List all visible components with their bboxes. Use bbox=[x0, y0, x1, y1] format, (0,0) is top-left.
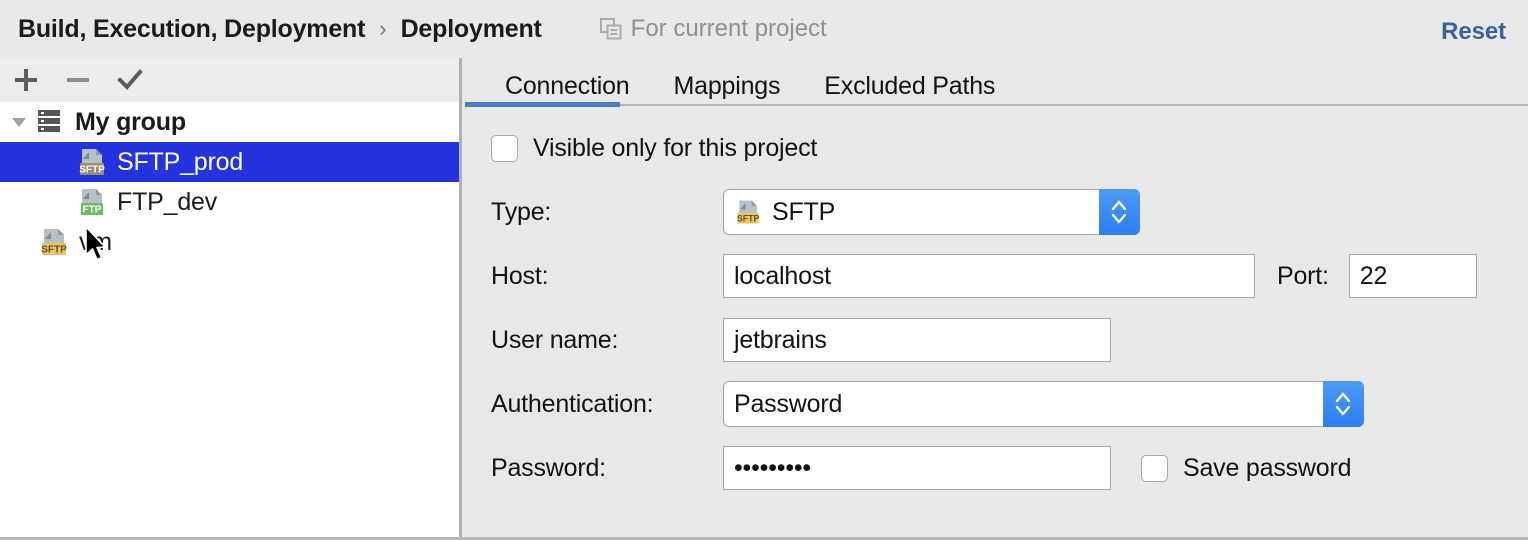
tabs-baseline bbox=[465, 104, 1528, 106]
connection-form: Visible only for this project Type: SFTP… bbox=[465, 110, 1528, 494]
type-combobox-value: SFTP bbox=[772, 197, 836, 226]
type-combobox[interactable]: SFTP SFTP bbox=[723, 188, 1140, 235]
tree-item-vm[interactable]: SFTP vm bbox=[0, 222, 459, 262]
port-label: Port: bbox=[1277, 261, 1329, 290]
copy-module-icon bbox=[599, 18, 622, 40]
password-input[interactable]: ••••••••• bbox=[723, 446, 1111, 490]
tree-item-label: vm bbox=[79, 227, 112, 256]
username-input[interactable]: jetbrains bbox=[723, 318, 1111, 362]
server-tree[interactable]: My group SFTP SFTP_prod FTP FTP_dev SFTP… bbox=[0, 102, 459, 537]
type-label: Type: bbox=[491, 197, 552, 226]
type-stepper-button[interactable] bbox=[1098, 188, 1140, 235]
set-default-button[interactable] bbox=[104, 58, 156, 102]
tab-connection[interactable]: Connection bbox=[483, 58, 651, 101]
visible-only-label: Visible only for this project bbox=[533, 133, 818, 162]
add-server-button[interactable] bbox=[0, 58, 52, 102]
svg-text:SFTP: SFTP bbox=[737, 213, 760, 223]
sftp-icon: SFTP bbox=[76, 147, 110, 177]
authentication-row: Authentication: Password bbox=[465, 378, 1528, 430]
deployment-settings-window: Build, Execution, Deployment › Deploymen… bbox=[0, 0, 1528, 540]
authentication-label: Authentication: bbox=[491, 389, 654, 418]
authentication-stepper-button[interactable] bbox=[1322, 380, 1364, 427]
visible-only-row: Visible only for this project bbox=[465, 122, 1528, 174]
tree-item-label: My group bbox=[75, 107, 186, 136]
svg-text:FTP: FTP bbox=[83, 205, 102, 216]
authentication-value-wrap: Password bbox=[724, 390, 1362, 419]
settings-tabs: Connection Mappings Excluded Paths bbox=[465, 58, 1528, 110]
save-password-label: Save password bbox=[1183, 453, 1352, 482]
host-input[interactable]: localhost bbox=[723, 254, 1255, 298]
connection-settings-panel: Connection Mappings Excluded Paths Visib… bbox=[465, 58, 1528, 537]
tree-item-label: SFTP_prod bbox=[117, 147, 244, 176]
svg-text:SFTP: SFTP bbox=[41, 245, 67, 256]
group-icon bbox=[34, 107, 68, 137]
host-port-row: Host: localhost Port: 22 bbox=[465, 250, 1528, 302]
tab-excluded-paths[interactable]: Excluded Paths bbox=[802, 58, 1017, 101]
tree-item-sftp-prod[interactable]: SFTP SFTP_prod bbox=[0, 142, 459, 182]
authentication-value: Password bbox=[734, 389, 843, 418]
tab-mappings[interactable]: Mappings bbox=[651, 58, 802, 101]
remove-server-button[interactable] bbox=[52, 58, 104, 102]
deployment-servers-sidebar: My group SFTP SFTP_prod FTP FTP_dev SFTP… bbox=[0, 58, 462, 537]
save-password-checkbox[interactable] bbox=[1141, 454, 1168, 482]
tree-item-label: FTP_dev bbox=[117, 187, 218, 216]
visible-only-checkbox[interactable] bbox=[491, 134, 518, 162]
breadcrumb-separator-icon: › bbox=[379, 16, 387, 41]
active-tab-indicator bbox=[465, 102, 620, 107]
username-row: User name: jetbrains bbox=[465, 314, 1528, 366]
host-label: Host: bbox=[491, 261, 549, 290]
username-label: User name: bbox=[491, 325, 619, 354]
svg-text:SFTP: SFTP bbox=[79, 165, 105, 176]
save-password-wrap: Save password bbox=[1141, 453, 1352, 483]
breadcrumb-leaf[interactable]: Deployment bbox=[401, 15, 542, 44]
type-row: Type: SFTP SFTP bbox=[465, 186, 1528, 238]
breadcrumb-root[interactable]: Build, Execution, Deployment bbox=[18, 15, 365, 44]
reset-button[interactable]: Reset bbox=[1441, 18, 1506, 46]
tree-item-my-group[interactable]: My group bbox=[0, 102, 459, 142]
sftp-icon: SFTP bbox=[734, 198, 764, 226]
sftp-icon: SFTP bbox=[38, 227, 72, 257]
chevron-down-icon[interactable] bbox=[4, 113, 34, 131]
type-combobox-value-wrap: SFTP SFTP bbox=[724, 198, 1138, 227]
authentication-combobox[interactable]: Password bbox=[723, 380, 1364, 427]
password-row: Password: ••••••••• Save password bbox=[465, 442, 1528, 494]
port-input[interactable]: 22 bbox=[1348, 254, 1477, 298]
password-label: Password: bbox=[491, 453, 606, 482]
breadcrumb: Build, Execution, Deployment › Deploymen… bbox=[18, 15, 542, 44]
settings-header: Build, Execution, Deployment › Deploymen… bbox=[0, 0, 1528, 58]
ftp-icon: FTP bbox=[76, 187, 110, 217]
tree-item-ftp-dev[interactable]: FTP FTP_dev bbox=[0, 182, 459, 222]
project-scope-label: For current project bbox=[630, 15, 827, 42]
project-scope: For current project bbox=[599, 15, 827, 43]
sidebar-toolbar bbox=[0, 58, 459, 102]
